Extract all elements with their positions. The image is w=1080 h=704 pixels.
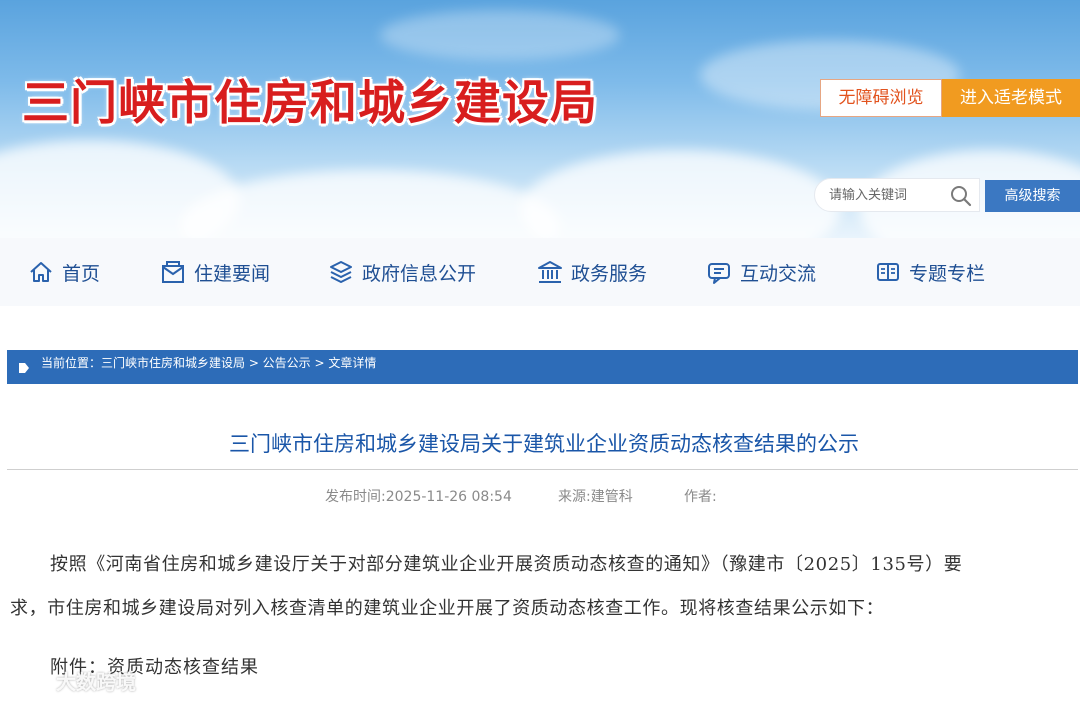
nav-item-news[interactable]: 住建要闻: [160, 238, 270, 306]
search-input[interactable]: [829, 185, 939, 205]
breadcrumb-text[interactable]: 当前位置：三门峡市住房和城乡建设局 > 公告公示 > 文章详情: [41, 354, 376, 371]
nav-item-label: 首页: [62, 262, 101, 285]
site-title[interactable]: 三门峡市住房和城乡建设局: [22, 64, 598, 133]
article-author: 作者:: [684, 489, 717, 505]
paragraph-line: 按照《河南省住房和城乡建设厅关于对部分建筑业企业开展资质动态核查的通知》（豫建市…: [50, 554, 963, 575]
nav-item-special[interactable]: 专题专栏: [875, 238, 985, 306]
watermark-logo-icon: [8, 670, 50, 691]
article-source: 来源:建管科: [558, 489, 633, 505]
chat-icon: [708, 263, 730, 284]
publish-time: 发布时间:2025-11-26 08:54: [325, 489, 512, 505]
article-title: 三门峡市住房和城乡建设局关于建筑业企业资质动态核查结果的公示: [229, 432, 859, 456]
header-banner: 三门峡市住房和城乡建设局 无障碍浏览 进入适老模式 高级搜索: [0, 0, 1080, 238]
book-icon: [877, 263, 899, 281]
nav-item-gov-service[interactable]: 政务服务: [537, 238, 647, 306]
cloud-decoration: [180, 170, 560, 238]
paragraph-line: 求，市住房和城乡建设局对列入核查清单的建筑业企业开展了资质动态核查工作。现将核查…: [10, 598, 885, 619]
cloud-decoration: [520, 150, 840, 238]
cloud-decoration: [380, 10, 620, 60]
nav-item-label: 互动交流: [740, 262, 817, 285]
watermark-text: 大数跨境: [56, 670, 136, 694]
search-box: [814, 178, 980, 212]
search-icon[interactable]: [949, 184, 973, 208]
title-divider: [7, 469, 1078, 470]
advanced-search-button[interactable]: 高级搜索: [985, 180, 1080, 212]
nav-item-home[interactable]: 首页: [28, 238, 100, 306]
news-icon: [162, 261, 184, 283]
elder-mode-button[interactable]: 进入适老模式: [942, 79, 1080, 117]
home-icon: [30, 262, 52, 282]
layers-icon: [330, 261, 352, 283]
barrier-free-button[interactable]: 无障碍浏览: [820, 79, 942, 117]
nav-item-label: 政府信息公开: [362, 262, 477, 285]
watermark: 大数跨境: [6, 666, 136, 695]
location-marker-icon: [19, 363, 29, 373]
nav-item-label: 政务服务: [571, 262, 648, 285]
breadcrumb: 当前位置：三门峡市住房和城乡建设局 > 公告公示 > 文章详情: [7, 350, 1078, 384]
building-icon: [538, 261, 562, 283]
nav-item-label: 住建要闻: [194, 262, 271, 285]
main-nav: 首页 住建要闻 政府信息公开 政务服务 互动交流 专题专栏: [0, 238, 1080, 306]
nav-item-interaction[interactable]: 互动交流: [706, 238, 816, 306]
nav-item-gov-info[interactable]: 政府信息公开: [328, 238, 476, 306]
nav-item-label: 专题专栏: [909, 262, 986, 285]
